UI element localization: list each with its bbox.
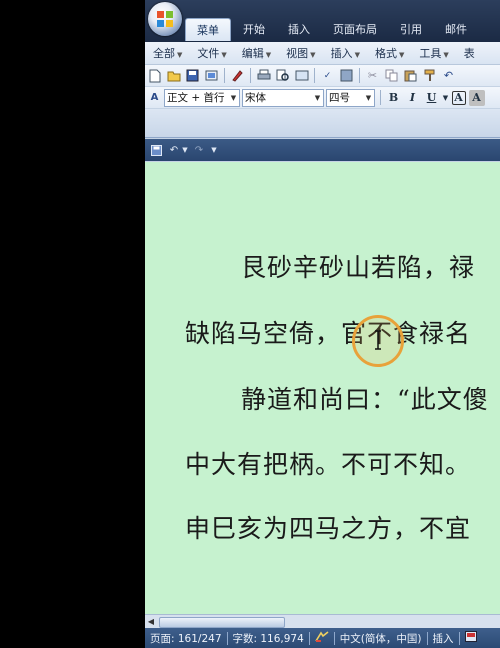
chevron-down-icon: ▼ — [443, 51, 449, 59]
chevron-down-icon: ▼ — [354, 51, 360, 59]
print-preview-icon[interactable] — [275, 68, 291, 84]
status-bar: 页面: 161/247 字数: 116,974 中文(简体，中国) 插入 — [145, 628, 500, 648]
character-border-button[interactable]: A — [451, 90, 466, 105]
chevron-down-icon: ▼ — [365, 93, 372, 102]
word-window: 菜单 开始 插入 页面布局 引用 邮件 全部 ▼ 文件 ▼ 编辑 ▼ 视图 ▼ 插入 ▼ … — [145, 0, 500, 648]
menu-all-label: 全部 — [153, 47, 175, 60]
font-select-value: 宋体 — [245, 92, 266, 104]
style-select-value: 正文 + 首行 — [167, 92, 225, 104]
formatting-toolbar: A 正文 + 首行 ▼ 宋体 ▼ 四号 ▼ B I U ▼ A A — [145, 87, 500, 108]
open-folder-icon[interactable] — [166, 68, 182, 84]
format-painter-icon[interactable] — [422, 68, 438, 84]
quick-access-toolbar: ↶ ▼ ↷ ▼ — [145, 139, 500, 161]
scroll-left-icon[interactable]: ◀ — [146, 616, 156, 627]
print-icon[interactable] — [256, 68, 272, 84]
chevron-down-icon: ▼ — [221, 51, 227, 59]
document-page[interactable]: 艮砂辛砂山若陷，禄 缺陷马空倚，官不食禄名 静道和尚曰：“此文傻 中大有把柄。不… — [145, 162, 500, 614]
menu-tools[interactable]: 工具 ▼ — [411, 45, 455, 61]
font-size-select[interactable]: 四号 ▼ — [326, 88, 375, 107]
save-icon[interactable] — [149, 143, 163, 157]
chevron-down-icon: ▼ — [398, 51, 405, 59]
copy-icon[interactable] — [384, 68, 400, 84]
menu-all[interactable]: 全部 ▼ — [145, 45, 189, 61]
ribbon-group-area — [145, 109, 500, 138]
chevron-down-icon[interactable]: ▼ — [182, 143, 188, 157]
page-count[interactable]: 页面: 161/247 — [145, 631, 227, 646]
redo-icon[interactable]: ↷ — [192, 143, 206, 157]
paste-icon[interactable] — [403, 68, 419, 84]
character-shading-button[interactable]: A — [468, 89, 485, 106]
tab-mailings[interactable]: 邮件 — [434, 18, 478, 40]
menu-file[interactable]: 文件 ▼ — [189, 45, 233, 61]
toolbar-separator — [224, 68, 225, 83]
menu-tools-label: 工具 — [419, 47, 442, 60]
tab-insert[interactable]: 插入 — [277, 18, 321, 40]
new-document-icon[interactable] — [147, 68, 163, 84]
menu-table-label: 表 — [463, 47, 475, 60]
toolbar-separator — [380, 90, 381, 105]
spelling-check-icon[interactable]: ✓ — [320, 68, 336, 84]
proofing-icon[interactable] — [310, 630, 334, 646]
word-count[interactable]: 字数: 116,974 — [228, 631, 309, 646]
menu-format[interactable]: 格式 ▼ — [367, 45, 411, 61]
tab-references[interactable]: 引用 — [389, 18, 433, 40]
research-icon[interactable] — [294, 68, 310, 84]
menu-edit[interactable]: 编辑 ▼ — [234, 45, 278, 61]
menu-file-label: 文件 — [197, 47, 220, 60]
office-button[interactable] — [148, 2, 182, 36]
chevron-down-icon: ▼ — [230, 93, 237, 102]
underline-dropdown[interactable]: ▼ — [443, 90, 449, 106]
chevron-down-icon: ▼ — [177, 51, 183, 59]
bold-button[interactable]: B — [386, 90, 402, 106]
menu-view-label: 视图 — [286, 47, 309, 60]
standard-toolbar: ✓ ✂ ↶ — [145, 65, 500, 86]
menu-table[interactable]: 表 — [456, 45, 482, 61]
chevron-down-icon: ▼ — [265, 51, 272, 59]
chevron-down-icon: ▼ — [314, 93, 321, 102]
font-select[interactable]: 宋体 ▼ — [242, 88, 324, 107]
document-line: 缺陷马空倚，官不食禄名 — [185, 319, 472, 348]
ribbon-tabs: 菜单 开始 插入 页面布局 引用 邮件 — [185, 18, 479, 42]
scrollbar-thumb[interactable] — [159, 617, 285, 628]
macro-recording-icon[interactable] — [460, 631, 482, 645]
chevron-down-icon: ▼ — [310, 51, 316, 59]
document-line: 中大有把柄。不可不知。 — [185, 450, 472, 479]
undo-icon[interactable]: ↶ — [441, 68, 457, 84]
toolbar-separator — [359, 68, 360, 83]
document-line: 静道和尚曰：“此文傻 — [241, 385, 489, 414]
tab-menu[interactable]: 菜单 — [185, 18, 231, 41]
menu-format-label: 格式 — [374, 47, 397, 60]
underline-button[interactable]: U — [424, 90, 440, 106]
style-select[interactable]: 正文 + 首行 ▼ — [164, 88, 240, 107]
classic-menu-bar: 全部 ▼ 文件 ▼ 编辑 ▼ 视图 ▼ 插入 ▼ 格式 ▼ 工具 ▼ 表 — [145, 42, 500, 65]
toolbar-separator — [250, 68, 251, 83]
insert-mode-indicator[interactable]: 插入 — [428, 631, 459, 646]
undo-icon[interactable]: ↶ — [167, 143, 181, 157]
signature-icon[interactable] — [230, 68, 246, 84]
menu-insert[interactable]: 插入 ▼ — [323, 45, 367, 61]
toolbar-separator — [314, 68, 315, 83]
permission-icon[interactable] — [204, 68, 220, 84]
document-line: 申巳亥为四马之方，不宜 — [185, 514, 472, 543]
tab-page-layout[interactable]: 页面布局 — [322, 18, 388, 40]
horizontal-scrollbar[interactable]: ◀ — [145, 614, 500, 628]
translate-icon[interactable] — [339, 68, 355, 84]
office-logo-icon — [157, 11, 173, 27]
text-cursor-icon — [375, 330, 381, 350]
menu-edit-label: 编辑 — [241, 47, 264, 60]
customize-toolbar-icon[interactable]: ▼ — [210, 143, 218, 157]
language-indicator[interactable]: 中文(简体，中国) — [335, 631, 427, 646]
styles-pane-icon[interactable]: A — [147, 90, 163, 106]
document-line: 艮砂辛砂山若陷，禄 — [241, 253, 476, 282]
cut-icon[interactable]: ✂ — [365, 68, 381, 84]
tab-home[interactable]: 开始 — [232, 18, 276, 40]
menu-insert-label: 插入 — [330, 47, 353, 60]
save-icon[interactable] — [185, 68, 201, 84]
italic-button[interactable]: I — [405, 90, 421, 106]
font-size-select-value: 四号 — [329, 92, 350, 104]
title-bar: 菜单 开始 插入 页面布局 引用 邮件 — [145, 0, 500, 42]
menu-view[interactable]: 视图 ▼ — [278, 45, 322, 61]
